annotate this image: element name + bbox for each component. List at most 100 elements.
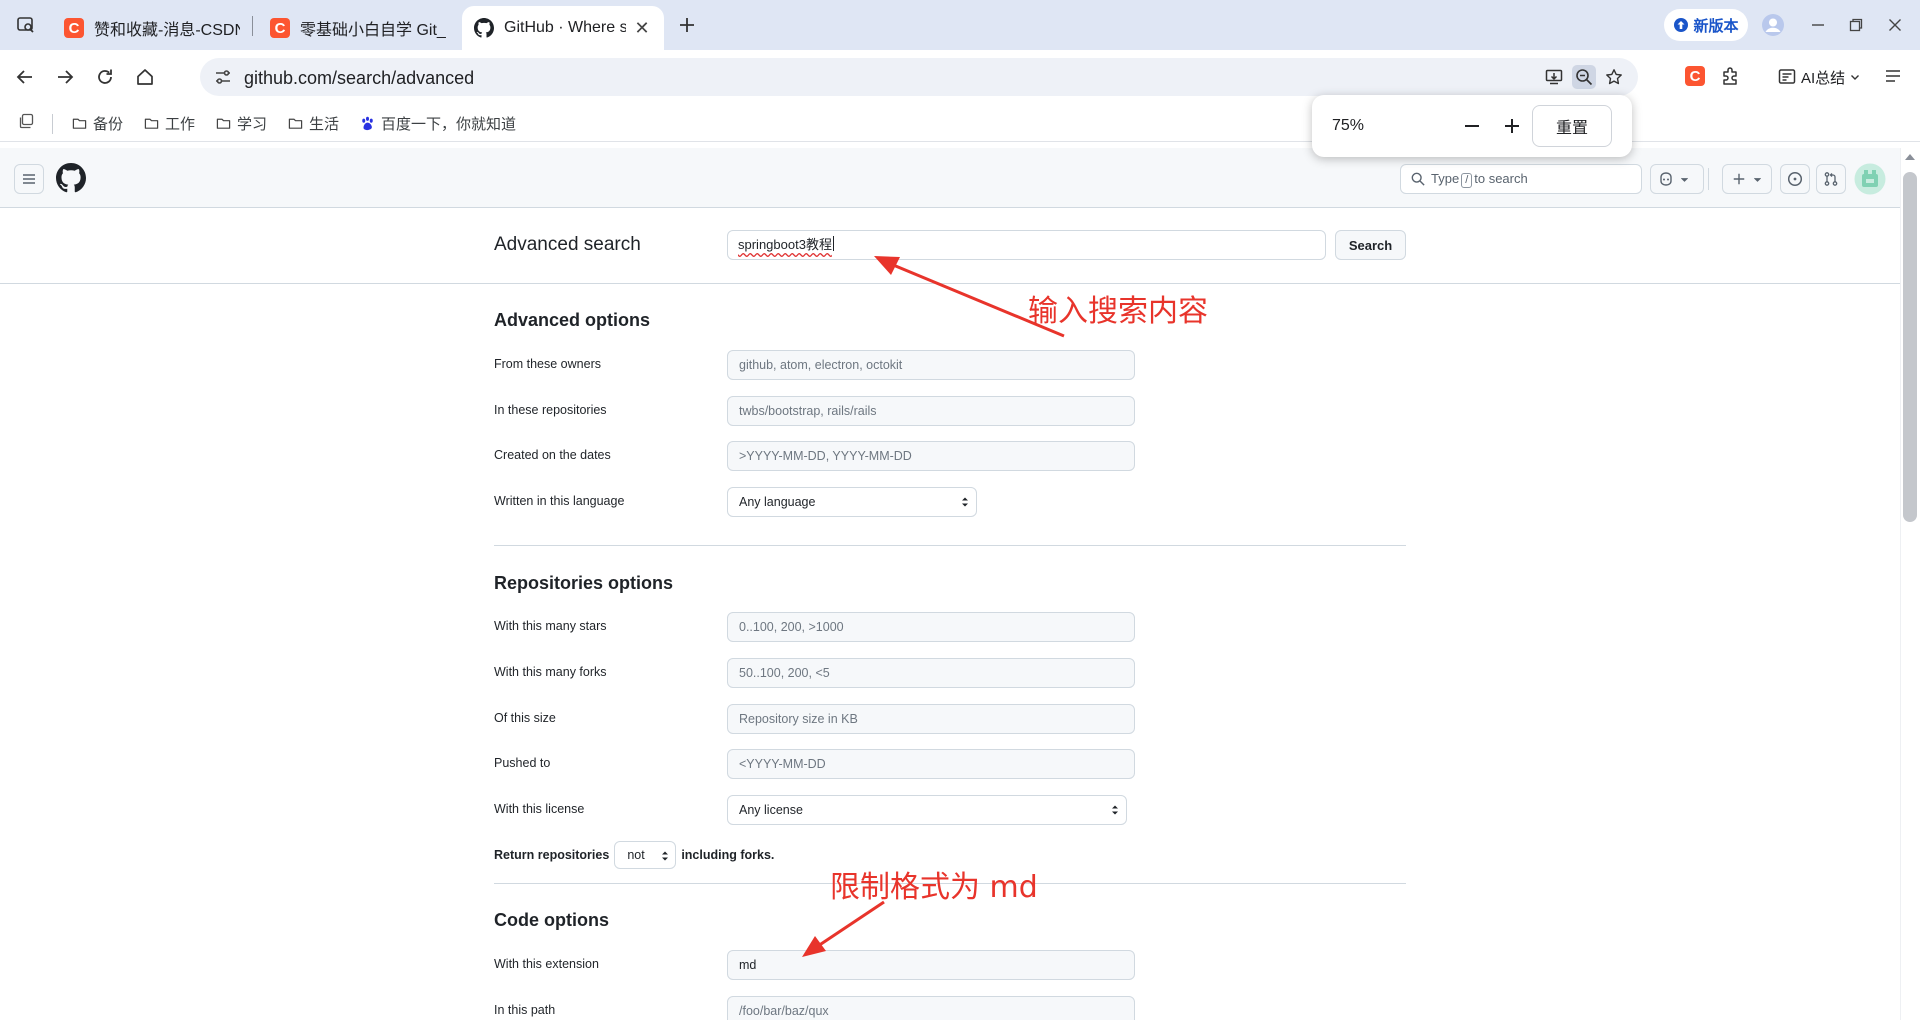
extension-input[interactable]: md	[727, 950, 1135, 980]
tab-csdn-messages[interactable]: C 赞和收藏-消息-CSDN	[52, 6, 252, 50]
created-dates-input[interactable]: >YYYY-MM-DD, YYYY-MM-DD	[727, 441, 1135, 471]
pushed-input[interactable]: <YYYY-MM-DD	[727, 749, 1135, 779]
bookmark-folder-work[interactable]: 工作	[144, 113, 195, 134]
text-caret	[832, 236, 834, 251]
section-divider	[494, 545, 1406, 546]
size-input[interactable]: Repository size in KB	[727, 704, 1135, 734]
browser-toolbar: github.com/search/advanced C AI总结	[0, 50, 1920, 104]
new-tab-button[interactable]	[670, 9, 704, 41]
scrollbar-thumb[interactable]	[1903, 172, 1917, 522]
forks-include-select[interactable]: not	[614, 841, 677, 869]
owners-label: From these owners	[494, 357, 601, 371]
pull-request-icon	[1824, 172, 1838, 186]
zoom-level: 75%	[1332, 117, 1365, 134]
owners-input[interactable]: github, atom, electron, octokit	[727, 350, 1135, 380]
zoom-reset-button[interactable]: 重置	[1532, 105, 1612, 147]
url-text[interactable]: github.com/search/advanced	[244, 68, 474, 89]
minimize-button[interactable]	[1805, 12, 1831, 38]
language-value: Any language	[739, 495, 816, 509]
tab-divider	[252, 16, 253, 36]
bookmark-folder-life[interactable]: 生活	[288, 113, 339, 134]
create-new-button[interactable]	[1722, 164, 1772, 194]
pull-requests-button[interactable]	[1816, 164, 1846, 194]
created-dates-label: Created on the dates	[494, 448, 611, 462]
path-input[interactable]: /foo/bar/baz/qux	[727, 996, 1135, 1020]
site-settings-icon[interactable]	[214, 68, 232, 86]
copilot-button[interactable]	[1650, 164, 1704, 194]
github-search-input[interactable]: Type / to search	[1400, 164, 1642, 194]
restore-button[interactable]	[1843, 12, 1869, 38]
menu-icon	[1886, 70, 1900, 82]
arrow-to-extension-input	[802, 900, 885, 957]
forward-button[interactable]	[50, 62, 80, 92]
window-close-button[interactable]	[1882, 12, 1908, 38]
return-suffix: including forks.	[681, 848, 775, 862]
tab-github[interactable]: GitHub · Where s ✕	[462, 6, 664, 50]
close-icon	[1889, 19, 1901, 31]
avatar[interactable]	[1854, 163, 1886, 195]
back-button[interactable]	[10, 62, 40, 92]
ai-summary-label: AI总结	[1801, 69, 1846, 87]
advanced-search-input[interactable]: springboot3教程	[727, 230, 1326, 260]
select-arrows-icon	[1112, 805, 1118, 815]
tab-csdn-git-tutorial[interactable]: C 零基础小白自学 Git_Gi	[258, 6, 458, 50]
license-select[interactable]: Any license	[727, 795, 1127, 825]
new-version-label: 新版本	[1693, 17, 1739, 35]
repositories-label: In these repositories	[494, 403, 607, 417]
page-title: Advanced search	[494, 234, 641, 255]
extensions-button[interactable]	[1718, 63, 1744, 89]
zoom-in-button[interactable]	[1498, 112, 1526, 140]
upgrade-icon	[1674, 18, 1689, 32]
issues-button[interactable]	[1780, 164, 1810, 194]
advanced-options-heading: Advanced options	[494, 310, 651, 330]
home-icon	[137, 69, 153, 85]
forks-label: With this many forks	[494, 665, 607, 679]
home-button[interactable]	[130, 62, 160, 92]
puzzle-icon	[1723, 67, 1737, 85]
annotation-format-hint: 限制格式为 md	[830, 870, 1038, 905]
tab-manager-button[interactable]	[18, 113, 34, 129]
language-label: Written in this language	[494, 494, 625, 508]
stars-input[interactable]: 0..100, 200, >1000	[727, 612, 1135, 642]
header-divider	[0, 283, 1900, 284]
github-logo-icon[interactable]	[56, 163, 86, 193]
new-version-button[interactable]: 新版本	[1664, 9, 1748, 41]
search-button[interactable]: Search	[1335, 230, 1406, 260]
language-select[interactable]: Any language	[727, 487, 977, 517]
repositories-input[interactable]: twbs/bootstrap, rails/rails	[727, 396, 1135, 426]
profile-button[interactable]	[1760, 12, 1786, 38]
size-label: Of this size	[494, 711, 556, 725]
zoom-out-button[interactable]	[1458, 112, 1486, 140]
zoom-icon[interactable]	[1572, 65, 1596, 89]
bookmark-star-icon[interactable]	[1602, 65, 1626, 89]
tab-title: 零基础小白自学 Git_Gi	[300, 22, 446, 39]
csdn-extension-button[interactable]: C	[1682, 63, 1708, 89]
global-nav-menu-button[interactable]	[14, 164, 44, 194]
bookmark-folder-backup[interactable]: 备份	[72, 113, 123, 134]
tab-search-button[interactable]	[9, 9, 43, 41]
bookmark-baidu[interactable]: 百度一下，你就知道	[360, 113, 516, 134]
hamburger-icon	[23, 174, 35, 184]
baidu-paw-icon	[362, 116, 373, 131]
address-bar[interactable]: github.com/search/advanced	[200, 58, 1638, 96]
bookmark-label: 百度一下，你就知道	[381, 116, 517, 133]
copy-tabs-icon	[19, 113, 34, 129]
back-arrow-icon	[16, 70, 32, 84]
reload-button[interactable]	[90, 62, 120, 92]
ai-summary-icon	[1778, 69, 1796, 84]
license-label: With this license	[494, 802, 585, 816]
tab-close-icon[interactable]: ✕	[632, 18, 652, 38]
folder-icon	[216, 118, 231, 129]
folder-icon	[144, 118, 159, 129]
tab-title: GitHub · Where s	[504, 19, 626, 36]
search-hint-post: to search	[1474, 170, 1528, 186]
bookmark-folder-study[interactable]: 学习	[216, 113, 267, 134]
select-arrows-icon	[662, 851, 669, 861]
menu-button[interactable]	[1880, 63, 1906, 89]
install-app-icon[interactable]	[1542, 65, 1566, 89]
zoom-popup: 75% 重置	[1312, 95, 1632, 157]
bookmarks-bar: 备份 工作 学习 生活 百度一下，你就知道	[0, 104, 1920, 142]
forks-input[interactable]: 50..100, 200, <5	[727, 658, 1135, 688]
scroll-up-icon[interactable]	[1904, 152, 1916, 162]
ai-summary-button[interactable]: AI总结	[1778, 63, 1860, 91]
